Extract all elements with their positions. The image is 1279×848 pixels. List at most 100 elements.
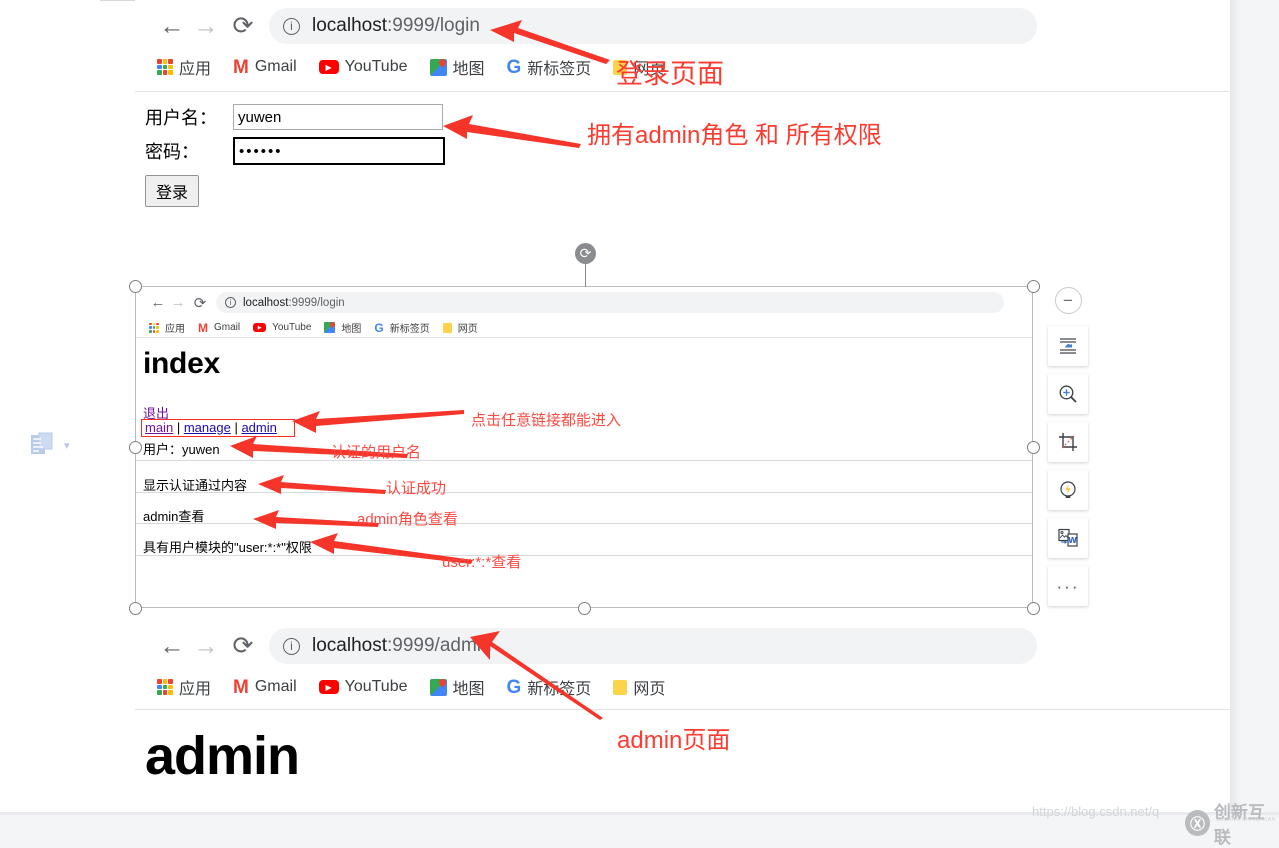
resize-handle-middle-left[interactable] [129, 441, 142, 454]
apps-grid-icon [149, 322, 159, 333]
zoom-in-button[interactable] [1048, 374, 1088, 414]
bookmark-label: YouTube [272, 322, 312, 333]
image-to-doc-button[interactable]: W [1048, 518, 1088, 558]
gmail-icon: M [198, 320, 208, 335]
content-divider [136, 460, 1032, 461]
index-page-title: index [143, 347, 220, 380]
site-info-icon[interactable]: i [283, 637, 300, 655]
left-page-gutter [0, 0, 100, 833]
text-wrap-icon [1060, 338, 1076, 354]
bookmark-maps[interactable]: 地图 [429, 675, 485, 699]
back-icon[interactable]: ← [155, 632, 189, 661]
maps-icon [429, 677, 447, 696]
bookmark-label: 新标签页 [389, 324, 430, 335]
folder-icon [613, 679, 628, 695]
folder-icon [442, 322, 452, 333]
bookmark-folder[interactable]: 网页 [442, 320, 478, 335]
link-manage[interactable]: manage [184, 420, 231, 435]
address-bar[interactable]: i localhost:9999/admin [269, 628, 1037, 664]
bookmark-gmail[interactable]: M Gmail [233, 678, 297, 697]
bookmark-new-tab[interactable]: G 新标签页 [374, 320, 430, 336]
bookmarks-bar: 应用 M Gmail ▶ YouTube 地图 G 新标签页 网页 [136, 318, 1032, 337]
bookmark-label: Gmail [214, 322, 241, 333]
forward-icon[interactable]: → [189, 12, 223, 41]
selected-image-index-screenshot[interactable]: ← → ⟳ i localhost:9999/login 应用 M Gmail [135, 286, 1033, 608]
gmail-icon: M [233, 676, 249, 698]
bookmark-new-tab[interactable]: G 新标签页 [507, 55, 592, 79]
login-submit-button[interactable]: 登录 [145, 175, 200, 207]
resize-handle-middle-right[interactable] [1027, 441, 1040, 454]
content-divider [136, 555, 1032, 556]
rotation-handle-stem [585, 262, 586, 287]
bookmark-maps[interactable]: 地图 [324, 320, 361, 335]
resize-handle-top-right[interactable] [1027, 280, 1040, 293]
bookmark-label: 新标签页 [527, 61, 592, 78]
more-options-icon: ··· [1056, 576, 1080, 596]
back-icon[interactable]: ← [155, 12, 189, 41]
address-bar[interactable]: i localhost:9999/login [269, 8, 1037, 44]
bookmark-youtube[interactable]: ▶ YouTube [253, 322, 311, 333]
bookmark-apps[interactable]: 应用 [157, 675, 211, 699]
resize-handle-bottom-left[interactable] [129, 602, 142, 615]
text-wrap-button[interactable] [1048, 326, 1088, 366]
url-path: :9999/login [288, 296, 345, 309]
resize-handle-bottom-center[interactable] [578, 602, 591, 615]
content-divider [136, 492, 1032, 493]
forward-icon[interactable]: → [168, 294, 188, 311]
bookmark-label: 网页 [457, 324, 478, 335]
close-toolbar-button[interactable]: − [1054, 287, 1082, 314]
crop-icon [1059, 433, 1077, 451]
bookmark-gmail[interactable]: M Gmail [233, 58, 297, 77]
address-bar[interactable]: i localhost:9999/login [216, 292, 1004, 313]
apps-grid-icon [157, 679, 173, 695]
crop-button[interactable] [1048, 422, 1088, 462]
index-page-browser-chrome: ← → ⟳ i localhost:9999/login 应用 M Gmail [136, 287, 1032, 338]
reload-icon[interactable]: ⟳ [188, 294, 212, 312]
link-main[interactable]: main [145, 420, 173, 435]
url-host: localhost [312, 15, 387, 36]
bookmark-maps[interactable]: 地图 [429, 55, 485, 79]
gmail-icon: M [233, 56, 249, 78]
paste-options-widget[interactable]: ▾ [30, 432, 70, 458]
apps-grid-icon [157, 59, 173, 75]
watermark-logo-subtext: CHUANG XIN HU LIAN [1216, 817, 1276, 823]
forward-icon[interactable]: → [189, 632, 223, 661]
more-options-button[interactable]: ··· [1048, 566, 1088, 606]
bookmark-label: 应用 [179, 61, 212, 78]
resize-handle-bottom-right[interactable] [1027, 602, 1040, 615]
password-input[interactable] [233, 137, 445, 165]
paste-dropdown-caret[interactable]: ▾ [64, 439, 70, 452]
bookmark-new-tab[interactable]: G 新标签页 [507, 675, 592, 699]
maps-icon [429, 57, 447, 76]
bookmark-folder[interactable]: 网页 [613, 675, 665, 699]
link-admin[interactable]: admin [241, 420, 276, 435]
authenticated-user-line: 用户：yuwen [143, 442, 220, 457]
bookmark-youtube[interactable]: ▶ YouTube [318, 58, 408, 76]
back-icon[interactable]: ← [148, 294, 168, 311]
username-input[interactable] [233, 104, 443, 130]
site-info-icon[interactable]: i [283, 17, 300, 35]
bookmark-label: 地图 [452, 61, 485, 78]
password-label: 密码： [145, 142, 199, 162]
annotation-any-link: 点击任意链接都能进入 [471, 412, 622, 429]
toolbar-divider [135, 709, 1230, 710]
bookmark-apps[interactable]: 应用 [157, 55, 211, 79]
google-icon: G [506, 676, 522, 698]
image-float-toolbar: − W ··· [1048, 287, 1088, 614]
bookmark-label: 应用 [165, 324, 185, 335]
admin-page-title: admin [145, 726, 300, 786]
rotation-handle[interactable]: ⟳ [575, 243, 596, 264]
reload-icon[interactable]: ⟳ [223, 11, 263, 41]
site-info-icon[interactable]: i [225, 297, 236, 308]
bookmark-label: Gmail [254, 58, 297, 75]
bookmark-apps[interactable]: 应用 [149, 320, 185, 335]
username-label: 用户名： [145, 108, 217, 128]
smart-tools-button[interactable] [1048, 470, 1088, 510]
reload-icon[interactable]: ⟳ [223, 631, 263, 661]
bookmark-gmail[interactable]: M Gmail [198, 322, 240, 334]
resize-handle-top-left[interactable] [129, 280, 142, 293]
bookmark-youtube[interactable]: ▶ YouTube [318, 678, 408, 696]
annotation-auth-success: 认证成功 [386, 480, 447, 497]
url-path: :9999/admin [387, 635, 492, 656]
annotation-admin-page: admin页面 [617, 727, 731, 754]
